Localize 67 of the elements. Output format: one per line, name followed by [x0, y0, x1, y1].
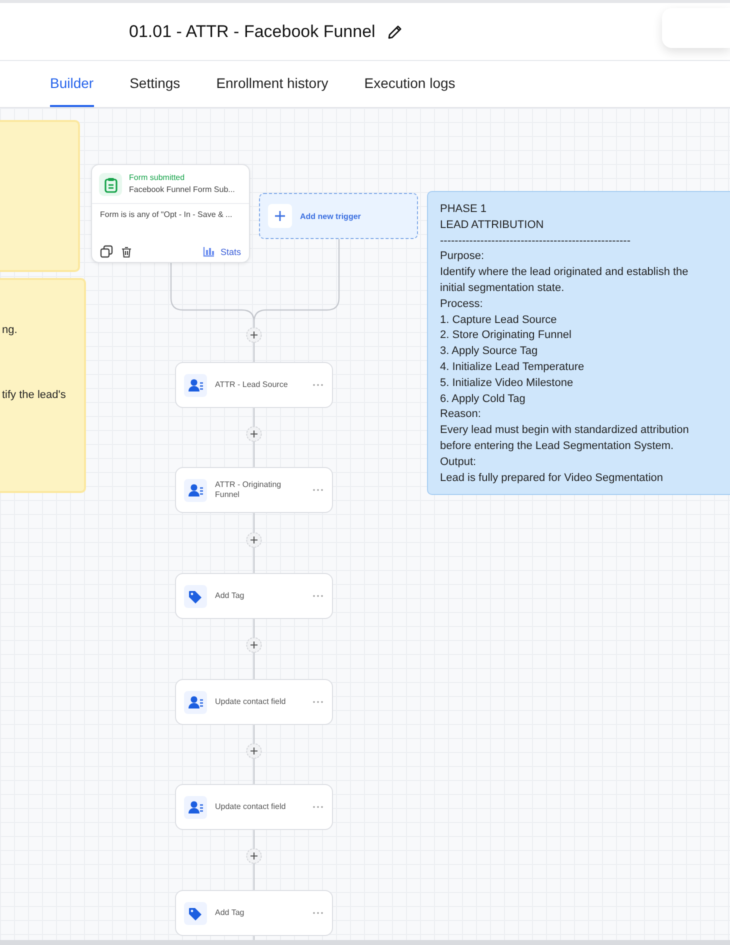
note-text: tify the lead's: [2, 388, 66, 403]
workflow-title: 01.01 - ATTR - Facebook Funnel: [129, 22, 376, 42]
more-icon[interactable]: [312, 700, 324, 704]
action-node[interactable]: Update contact field: [175, 679, 333, 725]
bar-chart-icon: [203, 246, 216, 258]
note-text: PHASE 1: [440, 202, 486, 217]
note-text: ng.: [2, 323, 18, 338]
note-text: 2. Store Originating Funnel: [440, 328, 572, 344]
note-text: 1. Capture Lead Source: [440, 312, 557, 328]
floating-panel: [662, 8, 730, 48]
action-label: Add Tag: [215, 908, 246, 918]
contact-list-icon: [188, 378, 204, 392]
clipboard-icon: [99, 173, 122, 196]
trigger-type: Form submitted: [129, 173, 186, 182]
tag-icon: [188, 588, 204, 604]
more-icon[interactable]: [312, 911, 324, 915]
tag-icon: [188, 906, 204, 920]
tab[interactable]: Settings: [130, 61, 180, 107]
action-label: Update contact field: [215, 802, 287, 812]
contact-list-icon: [188, 694, 204, 710]
note-text: 4. Initialize Lead Temperature: [440, 360, 584, 375]
add-step-icon[interactable]: [246, 848, 262, 864]
plus-icon: [275, 211, 285, 221]
trigger-condition: Form is is any of "Opt - In - Save & ...: [99, 208, 234, 221]
add-step-icon[interactable]: [246, 327, 262, 343]
action-label: Add Tag: [215, 591, 246, 601]
more-icon[interactable]: [312, 594, 324, 598]
stats-button[interactable]: Stats: [203, 246, 241, 258]
add-step-icon[interactable]: [246, 532, 262, 548]
action-label: ATTR - Originating Funnel: [215, 480, 282, 500]
contact-list-icon: [188, 482, 204, 498]
note-text: Process:: [440, 296, 483, 312]
trigger-name: Facebook Funnel Form Sub...: [129, 185, 235, 194]
action-label: ATTR - Lead Source: [215, 380, 289, 390]
note-text: Identify where the lead originated and establish the: [440, 265, 688, 280]
note-text: initial segmentation state.: [440, 280, 564, 296]
note-text: Lead is fully prepared for Video Segmentation: [440, 470, 663, 486]
add-step-icon[interactable]: [246, 637, 262, 653]
note-text: Every lead must begin with standardized attribution: [440, 423, 689, 438]
note-text: Output:: [440, 454, 476, 470]
action-node[interactable]: Add Tag: [175, 573, 333, 619]
more-icon[interactable]: [312, 805, 324, 809]
add-step-icon[interactable]: [246, 743, 262, 759]
note-text: ----------------------------------------------------: [440, 234, 630, 249]
tab[interactable]: Enrollment history: [216, 61, 328, 107]
trigger-card[interactable]: Form submitted Facebook Funnel Form Sub... Form is is any of "Opt - In - Save & ... Stats: [91, 164, 250, 263]
action-node[interactable]: ATTR - Originating Funnel: [175, 467, 333, 513]
trash-icon[interactable]: [121, 246, 132, 258]
note-text: Reason:: [440, 407, 481, 422]
more-icon[interactable]: [312, 488, 324, 492]
action-label: Update contact field: [215, 697, 287, 707]
action-node[interactable]: Add Tag: [175, 890, 333, 936]
tab[interactable]: Execution logs: [364, 61, 456, 107]
more-icon[interactable]: [312, 383, 324, 387]
note-text: 6. Apply Cold Tag: [440, 392, 526, 407]
pencil-icon[interactable]: [387, 24, 404, 40]
note-text: LEAD ATTRIBUTION: [440, 218, 544, 233]
action-node[interactable]: ATTR - Lead Source: [175, 362, 333, 408]
note-text: before entering the Lead Segmentation System.: [440, 438, 674, 454]
add-trigger-button[interactable]: Add new trigger: [259, 193, 418, 239]
note-text: 5. Initialize Video Milestone: [440, 376, 574, 391]
note-text: 3. Apply Source Tag: [440, 344, 538, 360]
action-node[interactable]: Update contact field: [175, 784, 333, 830]
contact-list-icon: [188, 800, 204, 814]
copy-icon[interactable]: [100, 245, 113, 258]
add-step-icon[interactable]: [246, 426, 262, 442]
note-text: Purpose:: [440, 249, 484, 264]
